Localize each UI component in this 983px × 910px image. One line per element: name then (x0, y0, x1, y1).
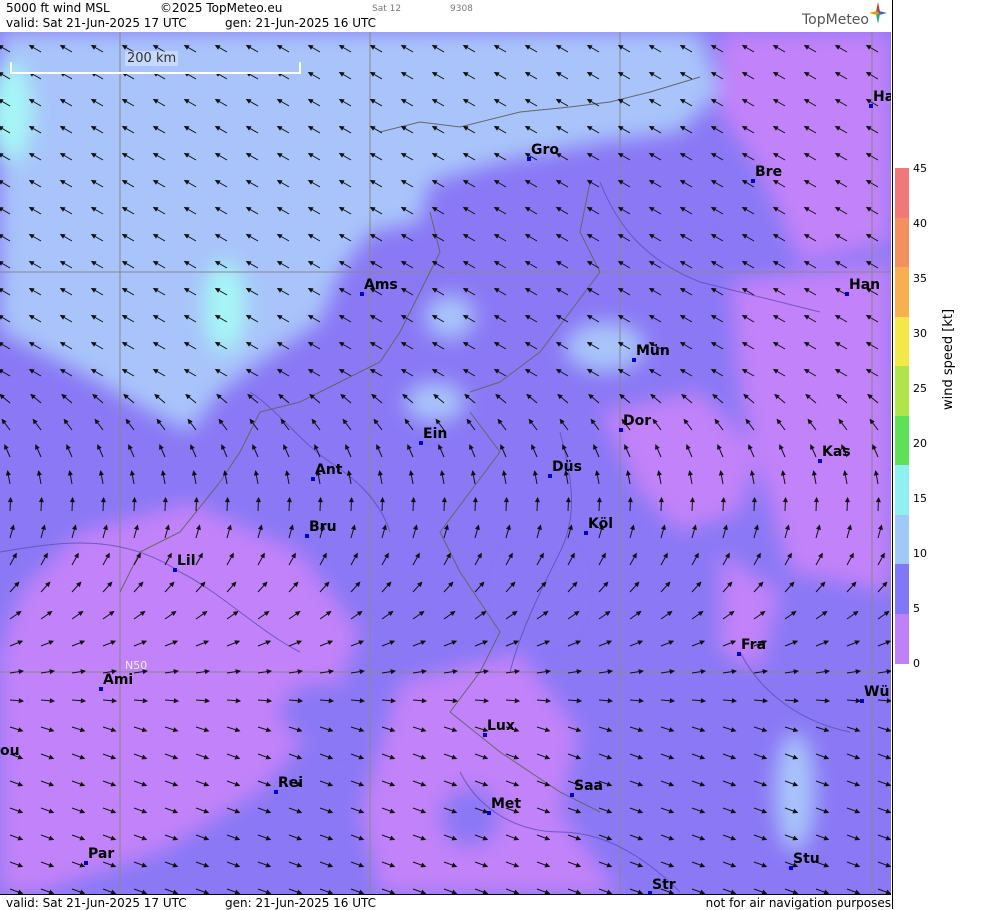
city-label: Ein (423, 426, 448, 442)
colorbar-segment (895, 316, 909, 367)
footer-generated-time: gen: 21-Jun-2025 16 UTC (225, 896, 377, 910)
colorbar-segment (895, 415, 909, 466)
colorbar-segment (895, 366, 909, 416)
wind-field (0, 32, 891, 894)
city-label: Par (88, 846, 115, 862)
valid-time: valid: Sat 21-Jun-2025 17 UTC (6, 16, 187, 30)
colorbar-panel: 45 40 35 30 25 20 15 10 5 0 wind speed [kt] (892, 0, 983, 909)
city-label: Wü (864, 684, 890, 700)
wind-speed-colorbar (895, 168, 909, 664)
city-label: Str (652, 877, 676, 893)
scale-bar-label: 200 km (125, 51, 179, 66)
colorbar-segment (895, 217, 909, 268)
colorbar-tick-label: 20 (913, 437, 927, 450)
city-label: Fra (741, 637, 767, 653)
city-label: Han (849, 277, 881, 293)
logo-star-icon (869, 2, 887, 24)
colorbar-tick-label: 40 (913, 217, 927, 230)
colorbar-tick-label: 10 (913, 547, 927, 560)
colorbar-segment (895, 613, 909, 664)
colorbar-segment (895, 267, 909, 317)
city-label: Rei (278, 775, 304, 791)
city-label: Met (491, 796, 522, 812)
city-label: Ami (103, 672, 134, 688)
city-label: Kas (822, 444, 851, 460)
wind-map[interactable]: 200 km N50 Ha Gro Bre Ams Han Mün Ein Do… (0, 32, 891, 894)
colorbar-segment (895, 514, 909, 565)
city-label: Ant (315, 462, 343, 478)
generated-time: gen: 21-Jun-2025 16 UTC (225, 16, 377, 30)
city-label: Bre (755, 164, 783, 180)
colorbar-segment (895, 564, 909, 614)
city-label: Bru (309, 519, 337, 535)
map-header: 5000 ft wind MSL ©2025 TopMeteo.eu valid… (0, 0, 891, 33)
colorbar-tick-label: 5 (913, 602, 920, 615)
city-label: Lux (487, 718, 515, 734)
colorbar-segment (895, 465, 909, 515)
city-label: Ha (873, 89, 891, 105)
colorbar-title: wind speed [kt] (941, 308, 956, 410)
code-label: 9308 (450, 4, 473, 14)
colorbar-tick-label: 25 (913, 382, 927, 395)
topmeteo-logo: TopMeteo (802, 12, 869, 28)
footer-valid-time: valid: Sat 21-Jun-2025 17 UTC (6, 896, 187, 910)
copyright: ©2025 TopMeteo.eu (160, 1, 283, 15)
map-footer: valid: Sat 21-Jun-2025 17 UTC gen: 21-Ju… (0, 894, 891, 910)
city-label: Ams (364, 277, 398, 293)
city-label: Mün (636, 343, 670, 359)
city-label: Dor (623, 413, 652, 429)
colorbar-tick-label: 35 (913, 272, 927, 285)
city-label: ou (0, 743, 20, 759)
city-label: Köl (588, 516, 614, 532)
colorbar-tick-label: 15 (913, 492, 927, 505)
footer-disclaimer: not for air navigation purposes (705, 896, 891, 910)
colorbar-segment (895, 168, 909, 218)
city-label: Düs (552, 459, 582, 475)
colorbar-tick-label: 0 (913, 657, 920, 670)
colorbar-tick-label: 30 (913, 327, 927, 340)
city-label: Saa (574, 778, 603, 794)
colorbar-tick-label: 45 (913, 162, 927, 175)
city-label: Gro (531, 142, 560, 158)
product-title: 5000 ft wind MSL (6, 1, 110, 15)
satellite-label: Sat 12 (372, 4, 402, 14)
latitude-label: N50 (125, 659, 148, 672)
city-label: Lil (177, 553, 196, 569)
city-label: Stu (793, 851, 820, 867)
